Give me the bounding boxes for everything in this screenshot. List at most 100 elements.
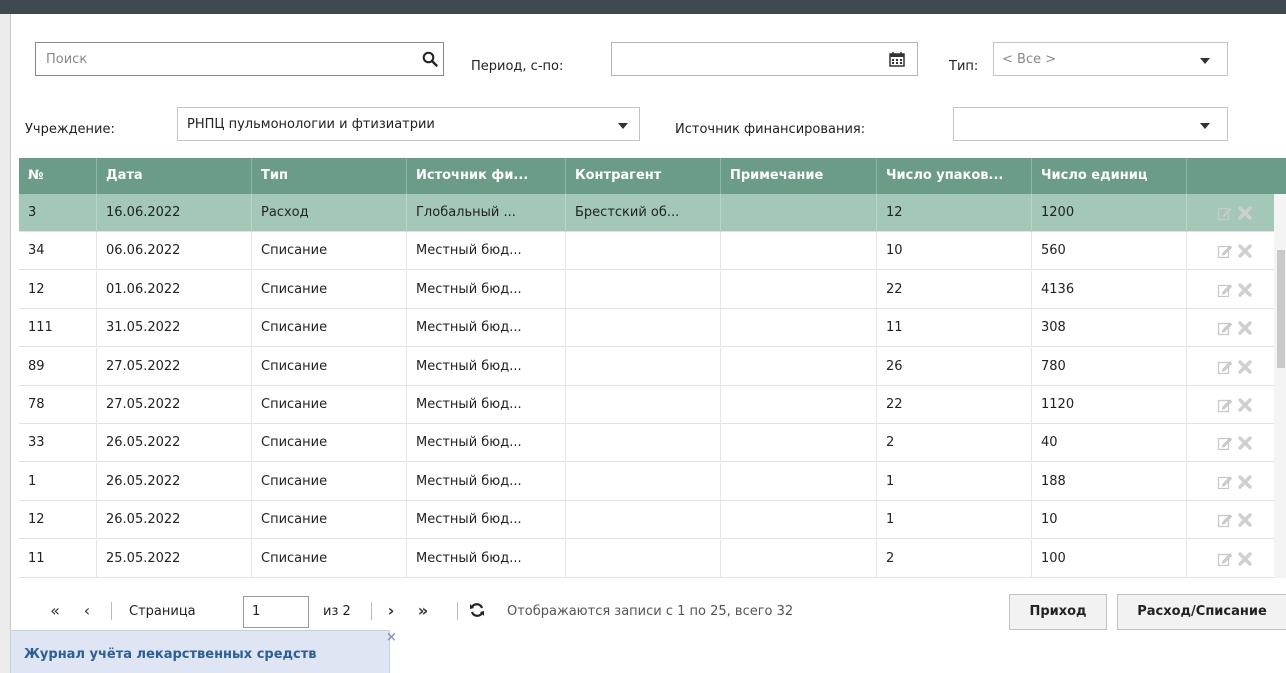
income-button[interactable]: Приход <box>1009 594 1107 630</box>
delete-icon[interactable] <box>1237 243 1253 259</box>
table-cell: 27.05.2022 <box>97 386 252 424</box>
edit-icon[interactable] <box>1217 359 1233 375</box>
column-header[interactable]: № <box>19 158 97 194</box>
table-cell: 1200 <box>1032 194 1187 232</box>
delete-icon[interactable] <box>1237 435 1253 451</box>
table-cell: 40 <box>1032 424 1187 463</box>
column-header[interactable]: Число единиц <box>1032 158 1187 194</box>
table-cell <box>566 232 721 271</box>
table-cell <box>721 232 877 271</box>
edit-icon[interactable] <box>1217 435 1233 451</box>
institution-label: Учреждение: <box>25 122 115 137</box>
table-cell: Списание <box>252 424 407 463</box>
next-page-icon[interactable]: › <box>383 596 399 626</box>
expense-writeoff-button[interactable]: Расход/Списание <box>1117 594 1286 630</box>
table-cell: Списание <box>252 232 407 271</box>
delete-icon[interactable] <box>1237 474 1253 490</box>
column-header[interactable]: Тип <box>252 158 407 194</box>
table-cell: 780 <box>1032 347 1187 386</box>
table-cell <box>566 270 721 309</box>
table-cell: Местный бюд... <box>407 347 566 386</box>
refresh-icon[interactable] <box>469 602 485 618</box>
table-row[interactable]: 3 16.06.2022 Расход Глобальный ... Брестский… <box>19 194 1274 232</box>
delete-icon[interactable] <box>1237 320 1253 336</box>
table-cell <box>721 347 877 386</box>
funding-select[interactable] <box>953 107 1228 141</box>
delete-icon[interactable] <box>1237 359 1253 375</box>
vertical-scrollbar[interactable] <box>1274 194 1286 578</box>
table-cell <box>566 424 721 463</box>
table-cell <box>721 462 877 501</box>
table-cell: Списание <box>252 270 407 309</box>
close-icon[interactable]: × <box>386 630 397 645</box>
search-input[interactable] <box>44 43 404 75</box>
table-cell: 26.05.2022 <box>97 424 252 463</box>
table-cell <box>566 501 721 540</box>
chevron-down-icon[interactable] <box>1200 58 1210 64</box>
table-cell: Местный бюд... <box>407 386 566 424</box>
chevron-down-icon[interactable] <box>618 123 628 129</box>
table-cell: 22 <box>877 270 1032 309</box>
institution-select[interactable]: РНПЦ пульмонологии и фтизиатрии <box>177 107 640 141</box>
edit-icon[interactable] <box>1217 551 1233 567</box>
funding-label: Источник финансирования: <box>675 122 866 137</box>
first-page-icon[interactable]: « <box>45 596 65 626</box>
column-header[interactable]: Число упаков... <box>877 158 1032 194</box>
row-actions <box>1199 501 1274 539</box>
records-status: Отображаются записи с 1 по 25, всего 32 <box>507 604 794 619</box>
table-row[interactable]: 12 26.05.2022 Списание Местный бюд... 1 10 <box>19 501 1274 540</box>
type-select[interactable]: < Все > <box>993 42 1228 76</box>
period-input[interactable] <box>611 42 918 76</box>
table-cell <box>721 424 877 463</box>
column-header[interactable]: Дата <box>97 158 252 194</box>
column-header[interactable]: Контрагент <box>566 158 721 194</box>
edit-icon[interactable] <box>1217 397 1233 413</box>
scrollbar-thumb[interactable] <box>1277 250 1285 368</box>
table-cell: Глобальный ... <box>407 194 566 232</box>
row-actions <box>1199 232 1274 270</box>
table-cell: 1 <box>19 462 97 501</box>
table-cell: Местный бюд... <box>407 539 566 578</box>
table-cell <box>566 347 721 386</box>
prev-page-icon[interactable]: ‹ <box>79 596 95 626</box>
table-row[interactable]: 78 27.05.2022 Списание Местный бюд... 22 1120 <box>19 386 1274 424</box>
table-row[interactable]: 89 27.05.2022 Списание Местный бюд... 26 780 <box>19 347 1274 386</box>
edit-icon[interactable] <box>1217 282 1233 298</box>
chevron-down-icon[interactable] <box>1200 123 1210 129</box>
table-cell: 10 <box>877 232 1032 271</box>
edit-icon[interactable] <box>1217 512 1233 528</box>
delete-icon[interactable] <box>1237 551 1253 567</box>
table-row[interactable]: 33 26.05.2022 Списание Местный бюд... 2 40 <box>19 424 1274 463</box>
table-cell: 34 <box>19 232 97 271</box>
delete-icon[interactable] <box>1237 205 1253 221</box>
table-row[interactable]: 11 25.05.2022 Списание Местный бюд... 2 100 <box>19 539 1274 578</box>
table-cell: Местный бюд... <box>407 424 566 463</box>
search-field[interactable] <box>35 42 444 76</box>
delete-icon[interactable] <box>1237 282 1253 298</box>
table-cell: 12 <box>19 501 97 540</box>
edit-icon[interactable] <box>1217 474 1233 490</box>
delete-icon[interactable] <box>1237 397 1253 413</box>
table-row[interactable]: 12 01.06.2022 Списание Местный бюд... 22 4136 <box>19 270 1274 309</box>
table-cell: Списание <box>252 347 407 386</box>
table-cell: 16.06.2022 <box>97 194 252 232</box>
table-row[interactable]: 34 06.06.2022 Списание Местный бюд... 10 560 <box>19 232 1274 271</box>
column-header[interactable]: Источник фи... <box>407 158 566 194</box>
delete-icon[interactable] <box>1237 512 1253 528</box>
table-cell: Списание <box>252 501 407 540</box>
table-row[interactable]: 1 26.05.2022 Списание Местный бюд... 1 188 <box>19 462 1274 501</box>
page-number-input[interactable]: 1 <box>243 596 309 628</box>
column-header[interactable]: Примечание <box>721 158 877 194</box>
search-icon[interactable] <box>422 51 438 67</box>
institution-value: РНПЦ пульмонологии и фтизиатрии <box>187 117 435 132</box>
edit-icon[interactable] <box>1217 320 1233 336</box>
tab-journal[interactable]: Журнал учёта лекарственных средств <box>10 630 390 673</box>
edit-icon[interactable] <box>1217 243 1233 259</box>
table-cell <box>566 386 721 424</box>
table-row[interactable]: 111 31.05.2022 Списание Местный бюд... 11 308 <box>19 309 1274 348</box>
last-page-icon[interactable]: » <box>413 596 433 626</box>
edit-icon[interactable] <box>1217 205 1233 221</box>
table-cell: 1 <box>877 501 1032 540</box>
table-cell: 01.06.2022 <box>97 270 252 309</box>
calendar-icon[interactable] <box>889 51 905 67</box>
